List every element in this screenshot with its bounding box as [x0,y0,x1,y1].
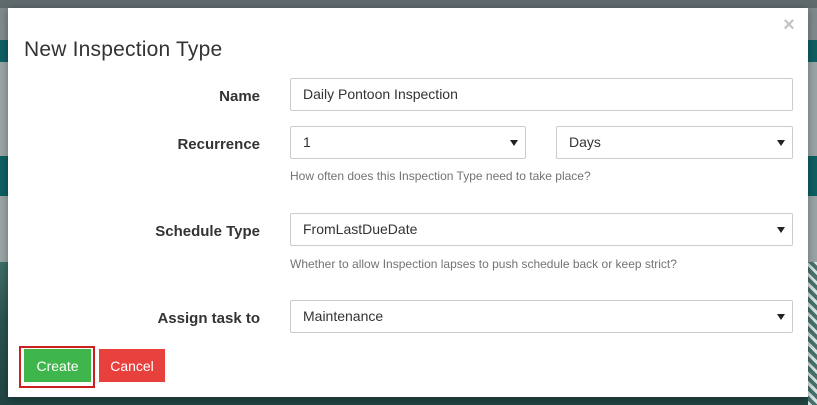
chevron-down-icon [509,127,519,158]
backdrop-header-band-right [808,40,817,62]
recurrence-help-text: How often does this Inspection Type need… [290,169,591,183]
name-input[interactable]: Daily Pontoon Inspection [290,78,793,111]
assign-task-to-value: Maintenance [303,308,384,324]
cancel-button[interactable]: Cancel [99,349,165,382]
recurrence-count-select[interactable]: 1 [290,126,526,159]
schedule-type-help-text: Whether to allow Inspection lapses to pu… [290,257,677,271]
schedule-type-select[interactable]: FromLastDueDate [290,213,793,246]
chevron-down-icon [776,127,786,158]
new-inspection-type-dialog: × New Inspection Type Name Daily Pontoon… [8,8,808,397]
close-icon[interactable]: × [780,14,798,36]
chevron-down-icon [776,214,786,245]
assign-task-to-select[interactable]: Maintenance [290,300,793,333]
recurrence-label: Recurrence [177,136,260,153]
backdrop-mid-band-right [808,156,817,196]
backdrop-photo-edge [808,262,817,405]
create-button[interactable]: Create [24,349,91,382]
assign-task-to-label: Assign task to [157,310,260,327]
schedule-type-label: Schedule Type [155,223,260,240]
dialog-title: New Inspection Type [24,38,223,61]
chevron-down-icon [776,301,786,332]
backdrop-panel-right [808,62,817,156]
recurrence-count-value: 1 [303,134,311,150]
schedule-type-value: FromLastDueDate [303,221,418,237]
name-input-value: Daily Pontoon Inspection [303,86,458,102]
recurrence-unit-value: Days [569,134,601,150]
name-label: Name [219,88,260,105]
recurrence-unit-select[interactable]: Days [556,126,793,159]
backdrop-panel-lower-right [808,196,817,262]
backdrop-top [0,0,817,8]
